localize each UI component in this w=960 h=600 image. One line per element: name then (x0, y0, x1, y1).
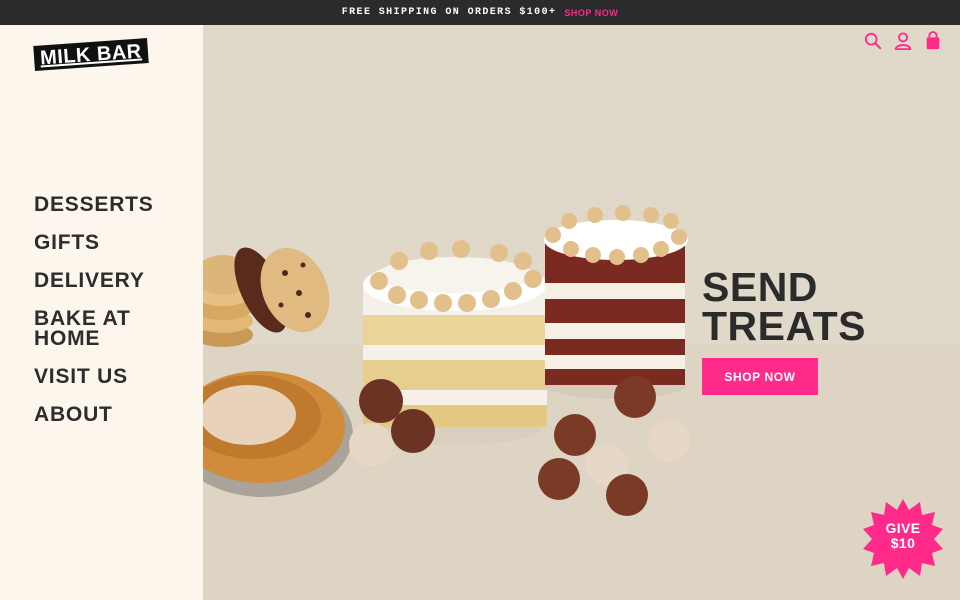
nav-item: ABOUT (34, 404, 174, 425)
nav-item: VISIT US (34, 366, 174, 387)
hero-banner: SEND TREATS SHOP NOW GIVE $10 (203, 25, 960, 600)
nav-link-desserts[interactable]: DESSERTS (34, 194, 174, 215)
give-10-badge-line-2: $10 (890, 535, 916, 551)
give-10-badge-line-1: GIVE (885, 520, 921, 536)
nav-item: GIFTS (34, 232, 174, 253)
announcement-shop-now-link[interactable]: SHOP NOW (564, 8, 618, 18)
search-icon[interactable] (864, 31, 882, 51)
main-nav: DESSERTS GIFTS DELIVERY BAKE AT HOME VIS… (34, 194, 174, 443)
hero-headline-line-2: TREATS (702, 303, 866, 349)
shopping-bag-icon[interactable] (924, 31, 942, 51)
announcement-message: FREE SHIPPING ON ORDERS $100+ (341, 7, 557, 18)
account-icon[interactable] (894, 31, 912, 51)
nav-link-gifts[interactable]: GIFTS (34, 232, 174, 253)
sidebar: MILK BAR DESSERTS GIFTS DELIVERY BAKE AT… (0, 25, 203, 600)
hero-shop-now-button[interactable]: SHOP NOW (702, 358, 818, 395)
hero-headline-line-1: SEND (702, 264, 818, 310)
header-icons (864, 31, 942, 51)
hero-headline: SEND TREATS (702, 264, 922, 349)
nav-link-bake-at-home[interactable]: BAKE AT HOME (34, 308, 174, 349)
announcement-bar: FREE SHIPPING ON ORDERS $100+ SHOP NOW (0, 0, 960, 25)
give-10-badge[interactable]: GIVE $10 (862, 498, 944, 580)
nav-link-about[interactable]: ABOUT (34, 404, 174, 425)
give-10-badge-text: GIVE $10 (862, 521, 944, 551)
nav-link-delivery[interactable]: DELIVERY (34, 270, 174, 291)
pie-image (203, 371, 353, 497)
chocolate-layer-cake-image (544, 205, 688, 399)
nav-item: DELIVERY (34, 270, 174, 291)
nav-item: DESSERTS (34, 194, 174, 215)
nav-item: BAKE AT HOME (34, 308, 174, 349)
milk-bar-logo[interactable]: MILK BAR (33, 38, 149, 71)
nav-link-visit-us[interactable]: VISIT US (34, 366, 174, 387)
cookie-stack-image (203, 247, 330, 347)
